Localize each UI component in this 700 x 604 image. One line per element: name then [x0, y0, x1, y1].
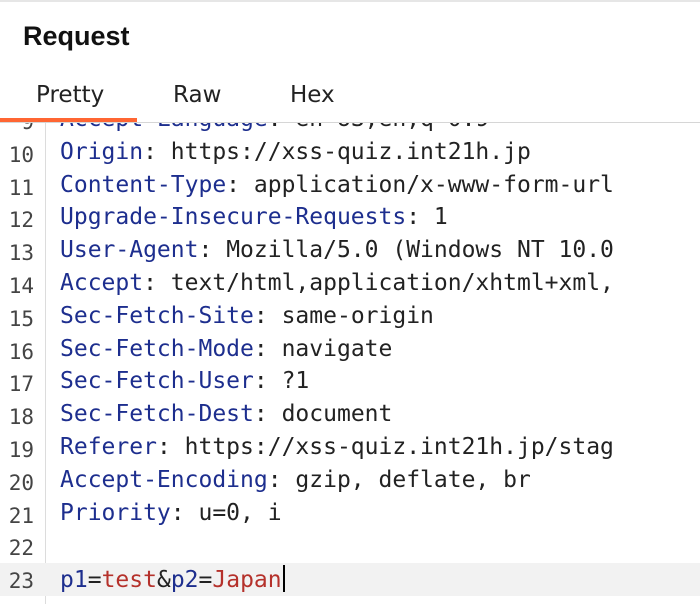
header-value: document: [281, 401, 393, 428]
header-name: Origin: [60, 138, 144, 165]
line-number: 17: [8, 372, 34, 397]
header-name: Sec-Fetch-Dest: [60, 401, 254, 428]
header-value: navigate: [281, 335, 393, 362]
header-value: gzip, deflate, br: [295, 466, 531, 493]
code-line: 13 User-Agent: Mozilla/5.0 (Windows NT 1…: [0, 235, 700, 268]
code-line: 21 Priority: u=0, i: [0, 498, 700, 531]
param-value: Japan: [212, 567, 282, 594]
line-number: 22: [8, 536, 34, 561]
line-number: 10: [8, 142, 34, 167]
line-number: 11: [8, 175, 34, 200]
line-number: 14: [8, 273, 34, 298]
line-number: 23: [8, 569, 34, 594]
line-number: 20: [8, 470, 34, 495]
header-name: Sec-Fetch-User: [60, 368, 254, 395]
header-separator: :: [253, 302, 282, 329]
header-name: Sec-Fetch-Mode: [60, 335, 254, 362]
code-line: 11 Content-Type: application/x-www-form-…: [0, 170, 700, 203]
header-value: https://xss-quiz.int21h.jp: [170, 138, 531, 165]
code-line: 18 Sec-Fetch-Dest: document: [0, 399, 700, 432]
code-line: 19 Referer: https://xss-quiz.int21h.jp/s…: [0, 432, 700, 465]
header-value: same-origin: [281, 302, 434, 329]
header-value: text/html,application/xhtml+xml,: [170, 269, 614, 296]
code-line: 14 Accept: text/html,application/xhtml+x…: [0, 268, 700, 301]
code-line: 12 Upgrade-Insecure-Requests: 1: [0, 202, 700, 235]
header-separator: :: [253, 401, 282, 428]
header-separator: :: [170, 499, 199, 526]
code-line: 15 Sec-Fetch-Site: same-origin: [0, 301, 700, 334]
header-name: Priority: [60, 499, 171, 526]
line-number: 21: [8, 503, 34, 528]
code-line: 9 Accept-Language: en-US,en;q=0.9: [0, 123, 700, 137]
header-value: Mozilla/5.0 (Windows NT 10.0: [226, 237, 614, 264]
line-number: 9: [0, 123, 34, 134]
param-name: p2: [170, 567, 199, 594]
line-number: 19: [8, 437, 34, 462]
code-line-body: 23 p1=test&p2=Japan: [0, 563, 700, 596]
header-name: Content-Type: [60, 171, 227, 198]
tab-pretty[interactable]: Pretty: [36, 82, 104, 108]
header-separator: :: [156, 433, 185, 460]
request-editor[interactable]: 9 Accept-Language: en-US,en;q=0.9 10 Ori…: [0, 123, 700, 604]
header-separator: :: [198, 237, 227, 264]
param-ampersand: &: [156, 567, 171, 594]
view-tabs: Pretty Raw Hex: [0, 78, 700, 122]
param-name: p1: [60, 567, 88, 594]
code-line: 20 Accept-Encoding: gzip, deflate, br: [0, 465, 700, 498]
header-separator: :: [226, 171, 254, 198]
param-equals: =: [87, 567, 102, 594]
tab-hex[interactable]: Hex: [290, 82, 335, 108]
line-number: 12: [8, 208, 34, 233]
code-line: 16 Sec-Fetch-Mode: navigate: [0, 334, 700, 367]
line-number: 13: [8, 241, 34, 266]
header-name: Referer: [60, 433, 157, 460]
header-name: Accept-Language: [60, 123, 268, 132]
header-name: Accept: [60, 269, 144, 296]
line-number: 18: [8, 405, 34, 430]
param-value: test: [101, 567, 157, 594]
code-lines: 9 Accept-Language: en-US,en;q=0.9 10 Ori…: [0, 123, 700, 596]
code-line: 10 Origin: https://xss-quiz.int21h.jp: [0, 137, 700, 170]
tab-raw[interactable]: Raw: [173, 82, 221, 108]
line-number: 16: [8, 339, 34, 364]
header-name: Upgrade-Insecure-Requests: [60, 204, 407, 231]
line-number: 15: [8, 306, 34, 331]
header-value: application/x-www-form-url: [253, 171, 614, 198]
header-name: Sec-Fetch-Site: [60, 302, 254, 329]
header-value: u=0, i: [198, 499, 282, 526]
code-line-blank: 22: [0, 530, 700, 563]
header-name: Accept-Encoding: [60, 466, 268, 493]
header-value: en-US,en;q=0.9: [295, 123, 489, 132]
panel-title: Request: [23, 21, 130, 51]
header-value: ?1: [281, 368, 310, 395]
header-separator: :: [268, 123, 296, 132]
param-equals: =: [198, 567, 213, 594]
header-separator: :: [143, 269, 171, 296]
header-separator: :: [253, 368, 282, 395]
header-value: https://xss-quiz.int21h.jp/stag: [184, 433, 614, 460]
header-value: 1: [433, 204, 448, 231]
top-border: [0, 0, 700, 2]
header-separator: :: [406, 204, 434, 231]
header-separator: :: [267, 466, 296, 493]
header-separator: :: [253, 335, 282, 362]
header-name: User-Agent: [60, 237, 199, 264]
code-line: 17 Sec-Fetch-User: ?1: [0, 366, 700, 399]
text-cursor: [282, 565, 285, 593]
header-separator: :: [143, 138, 171, 165]
